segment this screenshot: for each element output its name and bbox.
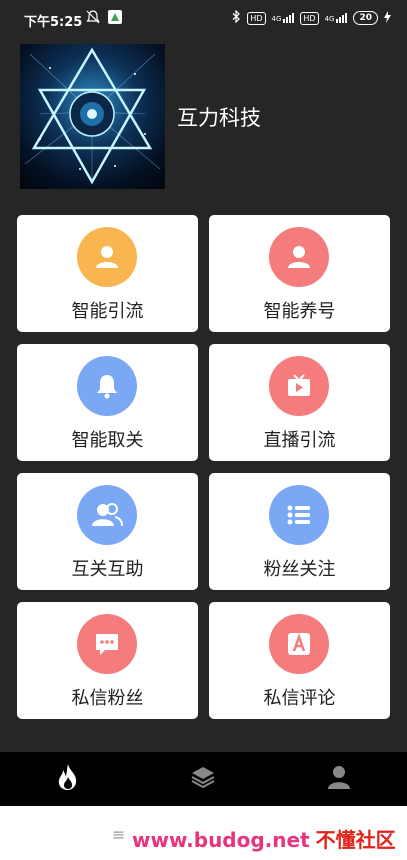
signal-icon: 4G: [272, 13, 295, 23]
card-live-traffic[interactable]: 直播引流: [209, 344, 390, 461]
tv-icon: [269, 356, 329, 416]
charging-icon: [384, 10, 391, 26]
bluetooth-icon: [232, 9, 241, 26]
layers-icon: [190, 764, 216, 794]
card-smart-account[interactable]: 智能养号: [209, 215, 390, 332]
nav-home[interactable]: [53, 764, 83, 794]
card-smart-unfollow[interactable]: 智能取关: [17, 344, 198, 461]
card-smart-traffic[interactable]: 智能引流: [17, 215, 198, 332]
status-time: 下午5:25: [24, 15, 83, 30]
card-label: 私信评论: [263, 688, 336, 709]
card-label: 互关互助: [71, 559, 144, 580]
fire-icon: [55, 763, 81, 795]
battery-indicator: 20: [353, 11, 378, 25]
nav-profile[interactable]: [324, 764, 354, 794]
card-label: 智能取关: [71, 430, 144, 451]
message-icon: [77, 614, 137, 674]
mute-bell-icon: [86, 10, 100, 28]
user-icon: [269, 227, 329, 287]
user-icon: [77, 227, 137, 287]
card-mutual-follow[interactable]: 互关互助: [17, 473, 198, 590]
watermark-url: www.budog.net: [132, 828, 310, 852]
card-label: 智能引流: [71, 301, 144, 322]
header: 互力科技: [0, 38, 407, 198]
person-icon: [327, 764, 351, 794]
card-label: 智能养号: [263, 301, 336, 322]
hd-badge: HD: [247, 11, 266, 25]
watermark-cn: 不懂社区: [315, 828, 396, 852]
signal-icon-2: 4G: [325, 13, 348, 23]
nav-layers[interactable]: [188, 764, 218, 794]
card-label: 私信粉丝: [71, 688, 144, 709]
hd-badge-2: HD: [300, 11, 319, 25]
card-label: 直播引流: [263, 430, 336, 451]
bell-icon: [77, 356, 137, 416]
bottom-nav: [0, 752, 407, 806]
company-logo: [20, 44, 165, 189]
company-name: 互力科技: [177, 106, 261, 130]
app-notification-icon: [108, 10, 122, 28]
card-message-comments[interactable]: 私信评论: [209, 602, 390, 719]
menu-icon[interactable]: ≡: [112, 825, 125, 844]
card-label: 粉丝关注: [263, 559, 336, 580]
card-message-fans[interactable]: 私信粉丝: [17, 602, 198, 719]
watermark: www.budog.net 不懂社区: [132, 824, 396, 853]
users-icon: [77, 485, 137, 545]
list-icon: [269, 485, 329, 545]
status-bar: 下午5:25 HD 4G HD 4G 20: [0, 0, 407, 38]
letter-a-icon: [269, 614, 329, 674]
system-nav-bar: ≡ www.budog.net 不懂社区: [0, 806, 407, 860]
card-fan-follow[interactable]: 粉丝关注: [209, 473, 390, 590]
